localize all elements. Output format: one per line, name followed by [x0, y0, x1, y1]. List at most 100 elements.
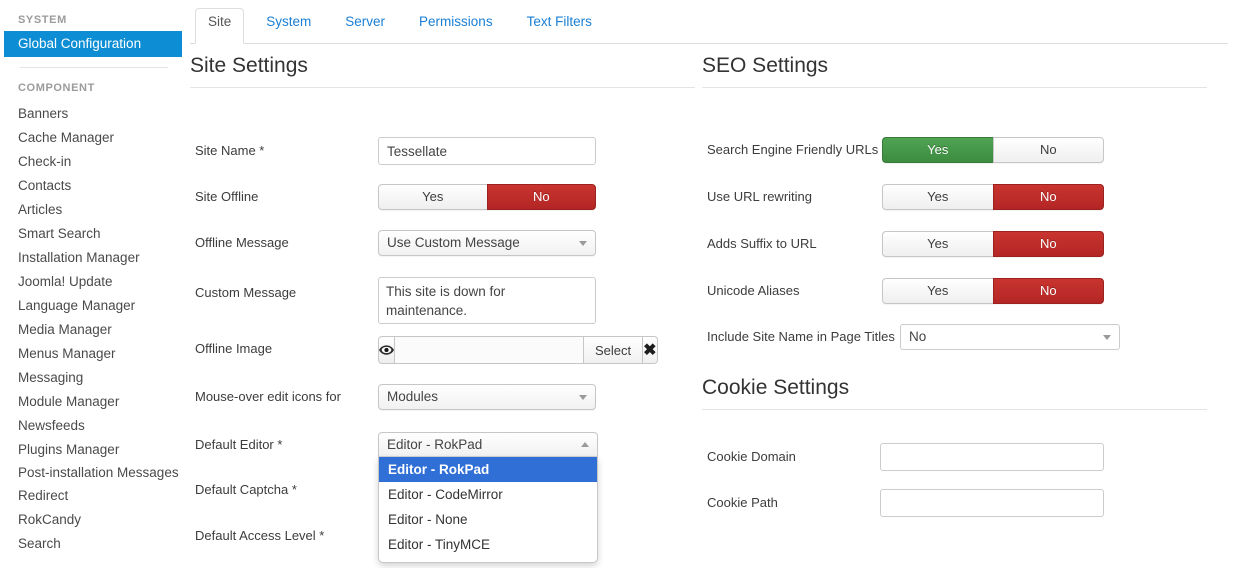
sidebar-item-module-manager[interactable]: Module Manager: [0, 390, 190, 414]
seo-settings-column: SEO Settings Search Engine Friendly URLs…: [702, 52, 1232, 88]
sidebar-item-installation-manager[interactable]: Installation Manager: [0, 246, 190, 270]
sidebar-item-language-manager[interactable]: Language Manager: [0, 294, 190, 318]
label-custom-message: Custom Message: [195, 285, 296, 300]
site-name-input[interactable]: [378, 137, 596, 165]
sidebar: SYSTEM Global Configuration COMPONENT Ba…: [0, 0, 190, 568]
sidebar-item-redirect[interactable]: Redirect: [0, 484, 190, 508]
tab-server[interactable]: Server: [333, 8, 397, 44]
sidebar-item-rokcandy[interactable]: RokCandy: [0, 508, 190, 532]
row-cookie-path: Cookie Path: [702, 489, 1222, 517]
label-include-site-name: Include Site Name in Page Titles: [707, 329, 895, 344]
label-cookie-domain: Cookie Domain: [707, 449, 796, 464]
offline-message-value: Use Custom Message: [387, 235, 520, 250]
sidebar-item-joomla-update[interactable]: Joomla! Update: [0, 270, 190, 294]
label-site-name: Site Name *: [195, 143, 264, 158]
sidebar-component-list: BannersCache ManagerCheck-inContactsArti…: [0, 102, 190, 556]
include-site-name-value: No: [909, 329, 926, 344]
label-default-captcha: Default Captcha *: [195, 482, 297, 497]
sidebar-item-post-installation-messages[interactable]: Post-installation Messages: [0, 462, 190, 484]
sidebar-item-banners[interactable]: Banners: [0, 102, 190, 126]
offline-image-select-button[interactable]: Select: [584, 336, 643, 364]
editor-option-editor-rokpad[interactable]: Editor - RokPad: [379, 457, 597, 482]
row-search-engine-friendly-urls: Search Engine Friendly URLsYesNo: [702, 137, 1222, 165]
editor-option-editor-codemirror[interactable]: Editor - CodeMirror: [379, 482, 597, 507]
toggle-use-url-rewriting[interactable]: YesNo: [882, 184, 1104, 210]
chevron-down-icon: [579, 395, 587, 400]
custom-message-textarea[interactable]: This site is down for maintenance. <br /…: [378, 277, 596, 324]
site-offline-yes[interactable]: Yes: [378, 184, 487, 210]
tab-site[interactable]: Site: [195, 8, 244, 44]
row-use-url-rewriting: Use URL rewriting YesNo: [702, 184, 1222, 212]
main-content: SiteSystemServerPermissionsText Filters …: [190, 0, 1233, 568]
chevron-down-icon: [1103, 335, 1111, 340]
offline-image-input[interactable]: [395, 336, 584, 364]
default-editor-select[interactable]: Editor - RokPad: [378, 432, 598, 457]
toggle-unicode-aliases[interactable]: YesNo: [882, 278, 1104, 304]
label-unicode-aliases: Unicode Aliases: [707, 283, 800, 298]
site-offline-toggle[interactable]: Yes No: [378, 184, 596, 210]
sidebar-item-check-in[interactable]: Check-in: [0, 150, 190, 174]
sidebar-item-messaging[interactable]: Messaging: [0, 366, 190, 390]
global-configuration-screen: SYSTEM Global Configuration COMPONENT Ba…: [0, 0, 1233, 568]
site-offline-no[interactable]: No: [487, 184, 597, 210]
label-use-url-rewriting: Use URL rewriting: [707, 189, 812, 204]
sidebar-item-global-configuration[interactable]: Global Configuration: [4, 31, 182, 57]
label-adds-suffix-to-url: Adds Suffix to URL: [707, 236, 817, 251]
toggle-adds-suffix-to-url[interactable]: YesNo: [882, 231, 1104, 257]
row-default-editor: Default Editor * Editor - RokPad Editor …: [190, 432, 700, 460]
site-settings-column: Site Settings Site Name * Site Offline Y…: [190, 52, 710, 88]
eye-icon[interactable]: [378, 336, 395, 364]
toggle-search-engine-friendly-urls[interactable]: YesNo: [882, 137, 1104, 163]
label-site-offline: Site Offline: [195, 189, 258, 204]
sidebar-item-contacts[interactable]: Contacts: [0, 174, 190, 198]
tab-text-filters[interactable]: Text Filters: [515, 8, 604, 44]
tab-permissions[interactable]: Permissions: [407, 8, 505, 44]
chevron-down-icon: [579, 241, 587, 246]
toggle-no[interactable]: No: [993, 184, 1105, 210]
clear-x-icon[interactable]: ✖: [643, 336, 657, 364]
row-mouseover-edit-icons: Mouse-over edit icons for Modules: [190, 384, 700, 412]
cookie-path-input[interactable]: [880, 489, 1104, 517]
toggle-no[interactable]: No: [993, 137, 1105, 163]
toggle-yes[interactable]: Yes: [882, 231, 993, 257]
cookie-settings-section: Cookie Settings: [702, 374, 1222, 410]
row-site-name: Site Name *: [190, 137, 700, 167]
row-custom-message: Custom Message This site is down for mai…: [190, 277, 700, 327]
label-default-access-level: Default Access Level *: [195, 528, 324, 543]
sidebar-item-media-manager[interactable]: Media Manager: [0, 318, 190, 342]
sidebar-heading-system: SYSTEM: [0, 14, 67, 26]
sidebar-item-menus-manager[interactable]: Menus Manager: [0, 342, 190, 366]
sidebar-item-search[interactable]: Search: [0, 532, 190, 556]
sidebar-item-newsfeeds[interactable]: Newsfeeds: [0, 414, 190, 438]
offline-message-select[interactable]: Use Custom Message: [378, 230, 596, 256]
sidebar-item-plugins-manager[interactable]: Plugins Manager: [0, 438, 190, 462]
label-offline-image: Offline Image: [195, 341, 272, 356]
label-cookie-path: Cookie Path: [707, 495, 778, 510]
editor-option-editor-tinymce[interactable]: Editor - TinyMCE: [379, 532, 597, 557]
row-adds-suffix-to-url: Adds Suffix to URL YesNo: [702, 231, 1222, 259]
toggle-no[interactable]: No: [993, 278, 1105, 304]
chevron-up-icon: [581, 442, 589, 447]
row-cookie-domain: Cookie Domain: [702, 443, 1222, 471]
cookie-settings-rule: [702, 409, 1207, 410]
toggle-no[interactable]: No: [993, 231, 1105, 257]
sidebar-item-articles[interactable]: Articles: [0, 198, 190, 222]
offline-image-field: Select ✖: [378, 336, 596, 364]
toggle-yes[interactable]: Yes: [882, 278, 993, 304]
tab-system[interactable]: System: [254, 8, 323, 44]
mouseover-edit-select[interactable]: Modules: [378, 384, 596, 410]
toggle-yes[interactable]: Yes: [882, 137, 993, 163]
label-offline-message: Offline Message: [195, 235, 289, 250]
row-offline-message: Offline Message Use Custom Message: [190, 230, 700, 258]
cookie-settings-title: Cookie Settings: [702, 374, 1222, 402]
default-editor-options-list: Editor - RokPadEditor - CodeMirrorEditor…: [378, 457, 598, 563]
editor-option-editor-none[interactable]: Editor - None: [379, 507, 597, 532]
sidebar-item-smart-search[interactable]: Smart Search: [0, 222, 190, 246]
cookie-domain-input[interactable]: [880, 443, 1104, 471]
sidebar-item-cache-manager[interactable]: Cache Manager: [0, 126, 190, 150]
include-site-name-select[interactable]: No: [900, 324, 1120, 350]
toggle-yes[interactable]: Yes: [882, 184, 993, 210]
row-include-site-name: Include Site Name in Page Titles No: [702, 324, 1222, 352]
seo-settings-title: SEO Settings: [702, 52, 1232, 80]
sidebar-heading-component: COMPONENT: [0, 82, 95, 94]
